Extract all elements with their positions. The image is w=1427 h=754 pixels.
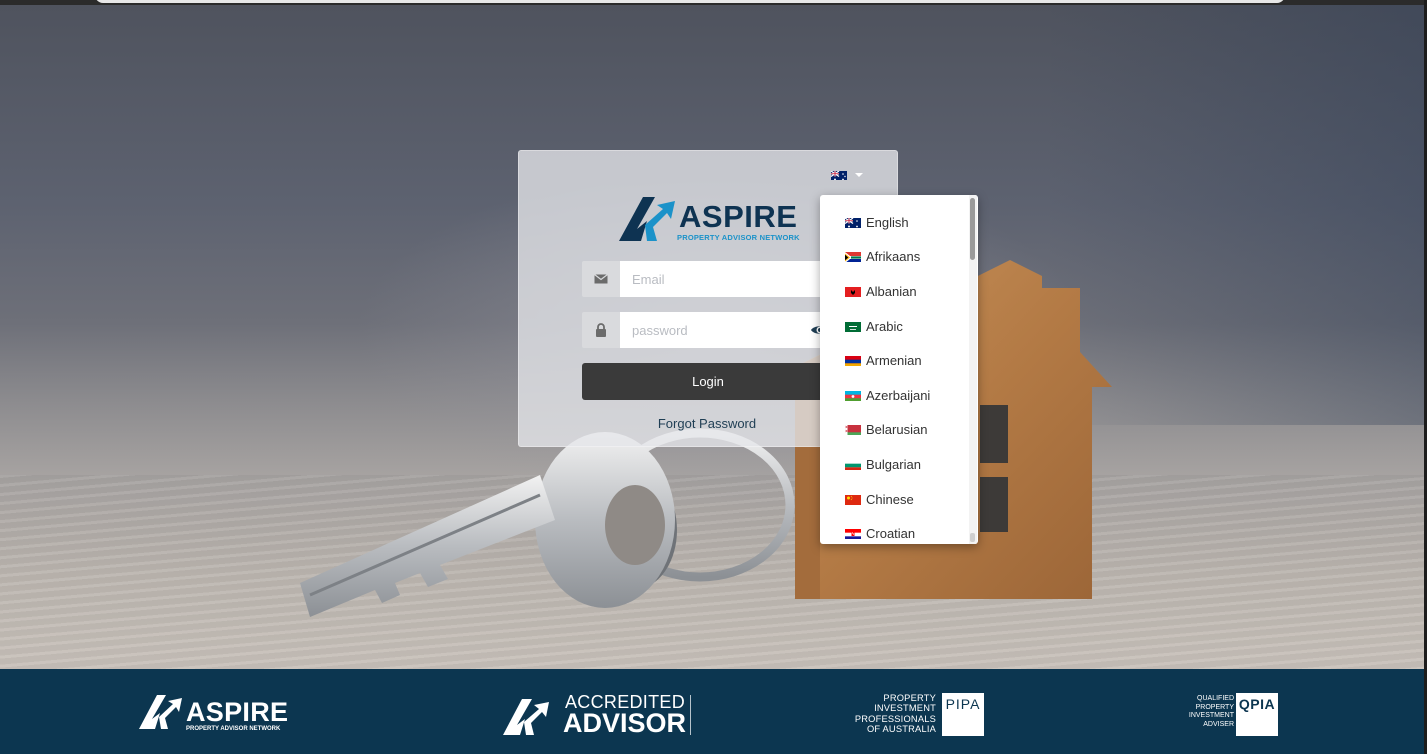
qpia-line: ADVISER bbox=[1203, 720, 1234, 728]
language-option-label: Belarusian bbox=[866, 422, 928, 438]
footer-pipa-logo: PROPERTY INVESTMENT PROFESSIONALS OF AUS… bbox=[848, 669, 988, 754]
flag-hr-icon bbox=[845, 528, 861, 540]
flag-au-icon bbox=[845, 217, 861, 228]
qpia-text: QUALIFIED PROPERTY INVESTMENT ADVISER bbox=[1180, 695, 1234, 729]
qpia-line: INVESTMENT bbox=[1188, 712, 1234, 720]
flag-au-icon bbox=[831, 169, 847, 180]
scrollbar-thumb[interactable] bbox=[970, 198, 975, 260]
language-option-english[interactable]: English bbox=[820, 205, 970, 240]
password-input-group bbox=[582, 312, 834, 348]
language-option-bulgarian[interactable]: Bulgarian bbox=[820, 447, 970, 482]
language-list: English Afrikaans Albanian Arabic Armenian Az… bbox=[820, 205, 970, 544]
pipa-line: INVESTMENT bbox=[874, 703, 936, 714]
chevron-down-icon bbox=[855, 173, 863, 177]
flag-sa-icon bbox=[845, 321, 861, 332]
flag-by-icon bbox=[845, 424, 861, 436]
pipa-text: PROPERTY INVESTMENT PROFESSIONALS OF AUS… bbox=[848, 693, 936, 734]
language-option-belarusian[interactable]: Belarusian bbox=[820, 413, 970, 448]
login-button[interactable]: Login bbox=[582, 363, 834, 400]
language-option-armenian[interactable]: Armenian bbox=[820, 343, 970, 378]
footer-qpia-logo: QUALIFIED PROPERTY INVESTMENT ADVISER QP… bbox=[1180, 669, 1280, 754]
footer-aspire-tagline: PROPERTY ADVISOR NETWORK bbox=[186, 726, 281, 732]
language-option-afrikaans[interactable]: Afrikaans bbox=[820, 240, 970, 275]
lock-icon bbox=[582, 312, 620, 348]
flag-bg-icon bbox=[845, 459, 861, 470]
language-option-label: English bbox=[866, 214, 909, 230]
footer-aspire-logo: ASPIRE PROPERTY ADVISOR NETWORK bbox=[138, 669, 293, 754]
language-option-label: Armenian bbox=[866, 353, 922, 369]
language-option-label: Afrikaans bbox=[866, 249, 921, 265]
language-option-croatian[interactable]: Croatian bbox=[820, 516, 970, 544]
qpia-line: PROPERTY bbox=[1195, 703, 1234, 711]
brand-tagline: PROPERTY ADVISOR NETWORK bbox=[677, 233, 800, 242]
footer-bar: ASPIRE PROPERTY ADVISOR NETWORK ACCREDIT… bbox=[0, 669, 1424, 754]
brand-name: ASPIRE bbox=[679, 199, 798, 234]
accredited-mark-icon bbox=[503, 699, 549, 735]
divider bbox=[690, 695, 691, 735]
email-input-group bbox=[582, 261, 834, 297]
qpia-badge: QPIA bbox=[1236, 693, 1278, 736]
envelope-icon bbox=[582, 261, 620, 297]
language-option-arabic[interactable]: Arabic bbox=[820, 309, 970, 344]
pipa-badge: PIPA bbox=[942, 693, 984, 736]
browser-address-bar-edge bbox=[95, 0, 1285, 3]
footer-aspire-name: ASPIRE bbox=[186, 697, 289, 727]
language-option-label: Azerbaijani bbox=[866, 387, 931, 403]
flag-am-icon bbox=[845, 355, 861, 367]
flag-za-icon bbox=[845, 251, 861, 263]
footer-accredited-advisor-logo: ACCREDITED ADVISOR bbox=[500, 669, 695, 754]
aspire-mark-icon bbox=[139, 695, 182, 729]
pipa-line: PROPERTY bbox=[883, 693, 936, 703]
flag-cn-icon bbox=[845, 494, 861, 505]
language-option-label: Croatian bbox=[866, 526, 916, 542]
language-toggle[interactable] bbox=[831, 167, 863, 181]
language-option-label: Chinese bbox=[866, 491, 914, 507]
language-option-albanian[interactable]: Albanian bbox=[820, 274, 970, 309]
aspire-logo: ASPIRE PROPERTY ADVISOR NETWORK bbox=[617, 191, 807, 247]
email-input[interactable] bbox=[620, 261, 834, 297]
pipa-line: PROFESSIONALS bbox=[854, 713, 936, 724]
pipa-line: OF AUSTRALIA bbox=[866, 723, 936, 734]
accredited-line2: ADVISOR bbox=[563, 708, 687, 738]
flag-al-icon bbox=[845, 286, 861, 297]
aspire-mark-icon bbox=[619, 197, 675, 241]
language-option-label: Bulgarian bbox=[866, 456, 921, 472]
scrollbar-end bbox=[970, 533, 975, 542]
language-option-label: Arabic bbox=[866, 318, 903, 334]
flag-az-icon bbox=[845, 390, 861, 401]
language-option-chinese[interactable]: Chinese bbox=[820, 482, 970, 517]
qpia-line: QUALIFIED bbox=[1197, 695, 1234, 702]
language-dropdown-menu: English Afrikaans Albanian Arabic Armenian Az… bbox=[820, 195, 978, 544]
language-option-azerbaijani[interactable]: Azerbaijani bbox=[820, 378, 970, 413]
password-input[interactable] bbox=[620, 312, 834, 348]
language-option-label: Albanian bbox=[866, 283, 917, 299]
